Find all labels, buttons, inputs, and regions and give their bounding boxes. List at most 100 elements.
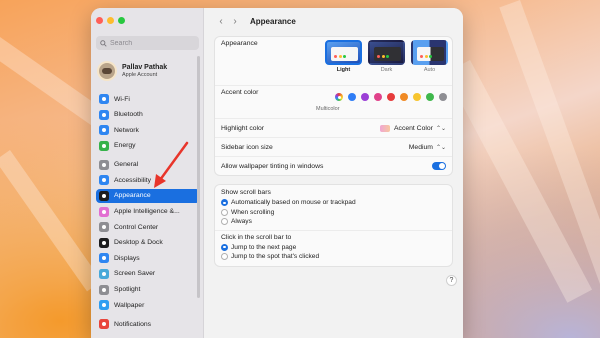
screen-saver-icon <box>99 268 109 279</box>
scroll-settings-group: Show scroll bars Automatically based on … <box>214 184 453 267</box>
radio-button[interactable] <box>221 199 228 207</box>
help-button[interactable]: ? <box>446 275 457 286</box>
sidebar-icon-size-label: Sidebar icon size <box>221 143 273 151</box>
search-input[interactable] <box>110 39 196 47</box>
radio-button[interactable] <box>221 253 228 261</box>
accessibility-icon <box>99 175 109 186</box>
radio-label: Jump to the next page <box>231 243 297 251</box>
wallpaper-tinting-toggle[interactable] <box>432 162 446 170</box>
bluetooth-icon <box>99 109 109 120</box>
accent-swatch[interactable] <box>439 93 447 101</box>
sidebar-item-label: General <box>114 161 139 169</box>
search-field[interactable] <box>96 36 199 50</box>
appearance-option-label: Auto <box>423 67 436 73</box>
sidebar-item-displays[interactable]: Displays <box>96 251 200 265</box>
control-center-icon <box>99 222 109 233</box>
sidebar-item-label: Screen Saver <box>114 270 156 278</box>
highlight-swatch <box>380 124 391 132</box>
icon-size-select[interactable]: Medium ⌃⌄ <box>409 144 446 151</box>
sidebar-item-label: Network <box>114 126 139 134</box>
radio-option[interactable]: Automatically based on mouse or trackpad <box>221 198 446 208</box>
sidebar-item-label: Control Center <box>114 223 159 231</box>
highlight-color-select[interactable]: Accent Color ⌃⌄ <box>380 124 446 132</box>
accent-swatch[interactable] <box>374 93 382 101</box>
show-scroll-bars-title: Show scroll bars <box>221 189 271 196</box>
radio-option[interactable]: Jump to the next page <box>221 243 446 253</box>
appearance-option-dark[interactable]: Dark <box>368 40 405 73</box>
back-button[interactable]: ‹ <box>214 16 228 27</box>
appearance-option-label: Dark <box>380 67 393 73</box>
wallpaper-tinting-label: Allow wallpaper tinting in windows <box>221 162 324 170</box>
window-controls <box>96 17 125 24</box>
notifications-icon <box>99 319 109 330</box>
sidebar-item-wi-fi[interactable]: Wi-Fi <box>96 92 200 106</box>
radio-label: Jump to the spot that's clicked <box>231 253 320 261</box>
accent-swatch-multicolor[interactable] <box>335 93 343 101</box>
accent-swatch[interactable] <box>387 93 395 101</box>
sidebar: Pallav Pathak Apple Account Wi-Fi Bluetoo… <box>91 8 204 338</box>
radio-button[interactable] <box>221 243 228 251</box>
appearance-icon <box>99 190 109 201</box>
energy-icon <box>99 140 109 151</box>
accent-swatches <box>335 93 447 101</box>
account-subtitle: Apple Account <box>122 72 158 78</box>
wifi-icon <box>99 94 109 104</box>
sidebar-item-notifications[interactable]: Notifications <box>96 317 200 331</box>
accent-swatch[interactable] <box>413 93 421 101</box>
radio-button[interactable] <box>221 218 228 226</box>
sidebar-item-label: Displays <box>114 254 140 262</box>
accent-color-label: Accent color <box>221 89 259 96</box>
sidebar-item-general[interactable]: General <box>96 158 200 172</box>
accent-swatch[interactable] <box>348 93 356 101</box>
wallpaper-tinting-row: Allow wallpaper tinting in windows <box>215 156 452 175</box>
accent-swatch[interactable] <box>361 93 369 101</box>
accent-swatch[interactable] <box>400 93 408 101</box>
sidebar-item-accessibility[interactable]: Accessibility <box>96 173 200 187</box>
appearance-option-auto[interactable]: Auto <box>411 40 448 73</box>
sidebar-item-label: Spotlight <box>114 286 141 294</box>
dock-icon <box>99 237 109 248</box>
sidebar-item-label: Wallpaper <box>114 301 145 309</box>
displays-icon <box>99 253 109 264</box>
avatar <box>97 61 117 81</box>
accent-swatch[interactable] <box>426 93 434 101</box>
sidebar-item-appearance[interactable]: Appearance <box>96 188 200 203</box>
sidebar-item-label: Desktop & Dock <box>114 239 163 247</box>
click-scroll-bar-title: Click in the scroll bar to <box>221 233 292 241</box>
accent-color-row: Accent color Multicolor <box>215 85 452 118</box>
sidebar-item-desktop-dock[interactable]: Desktop & Dock <box>96 236 200 250</box>
sidebar-item-control-center[interactable]: Control Center <box>96 220 200 234</box>
page-title: Appearance <box>250 17 296 26</box>
radio-option[interactable]: When scrolling <box>221 208 446 218</box>
appearance-options: Light Dark Auto <box>325 40 448 73</box>
zoom-button[interactable] <box>118 17 125 24</box>
sidebar-item-screen-saver[interactable]: Screen Saver <box>96 267 200 281</box>
radio-option[interactable]: Always <box>221 217 446 227</box>
apple-intelligence-icon <box>99 206 109 217</box>
forward-button[interactable]: › <box>228 16 242 27</box>
appearance-preview-auto <box>411 40 448 65</box>
apple-account-item[interactable]: Pallav Pathak Apple Account <box>97 61 201 81</box>
sidebar-item-label: Bluetooth <box>114 111 143 119</box>
sidebar-scrollbar[interactable] <box>197 56 200 298</box>
radio-button[interactable] <box>221 208 228 216</box>
sidebar-item-spotlight[interactable]: Spotlight <box>96 283 200 297</box>
highlight-color-row: Highlight color Accent Color ⌃⌄ <box>215 118 452 137</box>
highlight-color-value: Accent Color <box>394 124 433 132</box>
sidebar-item-label: Energy <box>114 142 136 150</box>
sidebar-item-apple-intelligence[interactable]: Apple Intelligence &... <box>96 205 200 219</box>
radio-option[interactable]: Jump to the spot that's clicked <box>221 252 446 262</box>
sidebar-item-energy[interactable]: Energy <box>96 139 200 153</box>
highlight-color-label: Highlight color <box>221 124 265 132</box>
minimize-button[interactable] <box>107 17 114 24</box>
sidebar-item-network[interactable]: Network <box>96 123 200 137</box>
sidebar-item-bluetooth[interactable]: Bluetooth <box>96 108 200 122</box>
settings-window: Pallav Pathak Apple Account Wi-Fi Bluetoo… <box>91 8 463 338</box>
appearance-settings-group: Appearance Light Dark Auto Accent color Mu… <box>214 36 453 176</box>
sidebar-item-label: Notifications <box>114 320 152 328</box>
sidebar-item-wallpaper[interactable]: Wallpaper <box>96 298 200 312</box>
chevron-updown-icon: ⌃⌄ <box>435 144 446 151</box>
radio-label: Automatically based on mouse or trackpad <box>231 199 356 207</box>
close-button[interactable] <box>96 17 103 24</box>
appearance-option-light[interactable]: Light <box>325 40 362 73</box>
